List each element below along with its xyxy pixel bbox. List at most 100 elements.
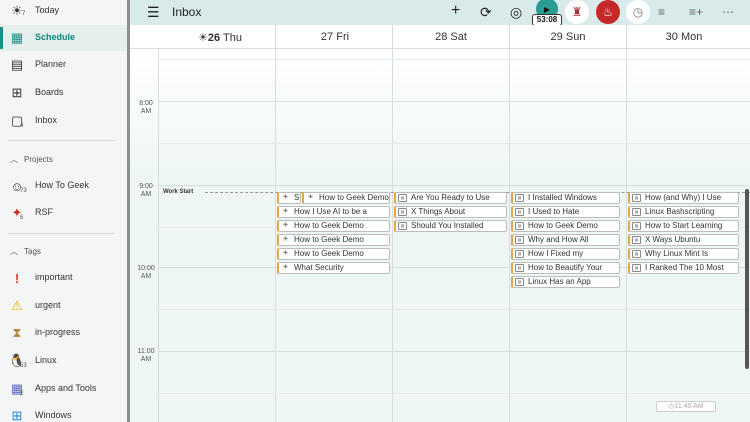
event-card[interactable]: ▤ How I Fixed my	[511, 248, 620, 260]
day-sat[interactable]: 28 Sat	[421, 31, 481, 43]
event-card[interactable]: ▤ How to Start Learning	[628, 220, 739, 232]
divider	[158, 49, 159, 422]
event-card[interactable]: ▤ How to Geek Demo	[511, 220, 620, 232]
event-card[interactable]: ▤ I Ranked The 10 Most	[628, 262, 739, 274]
sync-icon[interactable]: ⟳	[480, 4, 492, 20]
day-name: Mon	[680, 31, 703, 43]
sun-icon: ☀	[282, 222, 289, 229]
day-num: 30	[665, 31, 678, 43]
event-title: I Installed Windows	[528, 193, 597, 202]
project-label: How To Geek	[35, 180, 89, 190]
event-title: How to Geek Demo	[294, 235, 364, 244]
sidebar: ☀ 7 Today ▦ Schedule ▤ Planner ⊞ Boards …	[0, 0, 127, 422]
nav-planner[interactable]: ▤ Planner	[0, 52, 127, 78]
sun-icon: ☀	[198, 32, 208, 44]
tag-linux[interactable]: 🐧 53 Linux	[0, 348, 127, 374]
event-card[interactable]: ▤ X Ways Ubuntu	[628, 234, 739, 246]
schedule-grid[interactable]: 8:00 AM 9:00 AM 10:00 AM 11:00 AM Work Start…	[130, 49, 750, 422]
event-card[interactable]: ▤ Should You Installed	[394, 220, 507, 232]
tag-apps-and-tools[interactable]: ▦ 2 Apps and Tools	[0, 376, 127, 402]
event-card[interactable]: ☀ How to Geek Demo	[277, 220, 390, 232]
event-title: Linux Bashscripting	[645, 207, 715, 216]
projects-header-label: Projects	[24, 155, 53, 164]
document-icon: ▤	[632, 250, 641, 258]
event-title: How to Geek Demo	[319, 193, 389, 202]
page-title: Inbox	[172, 5, 202, 19]
grid-line	[158, 393, 750, 394]
nav-boards[interactable]: ⊞ Boards	[0, 80, 127, 106]
nav-today[interactable]: ☀ 7 Today	[0, 0, 127, 24]
divider	[626, 25, 627, 49]
event-card[interactable]: ▤ Are You Ready to Use	[394, 192, 507, 204]
event-card[interactable]: ▤ Linux Bashscripting	[628, 206, 739, 218]
event-title: I Used to Hate	[528, 207, 580, 216]
divider	[8, 233, 115, 234]
divider	[509, 49, 510, 422]
filter-icon[interactable]: ≡	[658, 4, 665, 20]
grid-scrollbar[interactable]	[745, 189, 749, 369]
sun-icon: ☀	[282, 208, 289, 215]
document-icon: ▤	[632, 194, 641, 202]
windows-icon: ⊞	[11, 408, 23, 422]
day-num: 29	[550, 31, 563, 43]
add-list-icon[interactable]: ≡+	[689, 4, 703, 20]
nav-inbox[interactable]: ▢ 4 Inbox	[0, 108, 127, 134]
menu-icon[interactable]: ☰	[147, 4, 160, 20]
event-title: How I Use AI to be a	[294, 207, 367, 216]
event-card[interactable]: ▤ Linux Has an App	[511, 276, 620, 288]
event-title: Why and How All	[528, 235, 589, 244]
add-icon[interactable]: +	[451, 3, 460, 19]
event-title: How (and Why) I Use	[645, 193, 722, 202]
project-rsf[interactable]: ✦ 6 RSF	[0, 200, 127, 226]
event-title: How to Geek Demo	[294, 249, 364, 258]
tag-urgent[interactable]: ⚠ urgent	[0, 293, 127, 319]
event-card[interactable]: ▤ How to Beautify Your	[511, 262, 620, 274]
day-thu[interactable]: ☀26 Thu	[190, 31, 250, 44]
document-icon: ▤	[515, 236, 524, 244]
divider	[392, 25, 393, 49]
event-card[interactable]: ▤ X Things About	[394, 206, 507, 218]
event-title: How to Geek Demo	[528, 221, 598, 230]
event-card[interactable]: ☀ How I Use AI to be a	[277, 206, 390, 218]
event-card[interactable]: ☀ How to Geek Demo	[302, 192, 390, 204]
clock-icon[interactable]: ◷	[626, 0, 650, 24]
divider	[275, 25, 276, 49]
day-num: 27	[320, 31, 334, 43]
event-card[interactable]: ☀ How to Geek Demo	[277, 248, 390, 260]
tag-important[interactable]: ! important	[0, 265, 127, 291]
document-icon: ▤	[398, 222, 407, 230]
projects-header[interactable]: ︿ Projects	[10, 154, 53, 165]
sun-icon: ☀	[282, 194, 289, 201]
event-card[interactable]: ☀ What Security	[277, 262, 390, 274]
document-icon: ▤	[515, 208, 524, 216]
hour: 8:00	[139, 100, 153, 107]
tags-header[interactable]: ︿ Tags	[10, 246, 41, 257]
tag-windows[interactable]: ⊞ Windows	[0, 403, 127, 422]
character-icon[interactable]: ♜	[565, 0, 589, 24]
hot-tub-icon[interactable]: ♨	[596, 0, 620, 24]
ampm: AM	[140, 273, 152, 280]
tags-header-label: Tags	[24, 247, 41, 256]
project-badge: 73	[20, 188, 27, 194]
nav-schedule[interactable]: ▦ Schedule	[0, 25, 127, 51]
project-how-to-geek[interactable]: ☺ 73 How To Geek	[0, 173, 127, 199]
day-fri[interactable]: 27 Fri	[305, 31, 365, 43]
event-card[interactable]: ▤ I Installed Windows	[511, 192, 620, 204]
day-mon[interactable]: 30 Mon	[654, 31, 714, 43]
event-card[interactable]: ☀ S(	[277, 192, 301, 204]
tag-label: important	[35, 272, 73, 282]
document-icon: ▤	[632, 208, 641, 216]
pomodoro-timer[interactable]: ▶ 53:08	[532, 0, 562, 28]
event-card[interactable]: ▤ I Used to Hate	[511, 206, 620, 218]
document-icon: ▤	[515, 264, 524, 272]
more-icon[interactable]: ⋯	[722, 4, 734, 20]
event-card[interactable]: ▤ Why Linux Mint Is	[628, 248, 739, 260]
grid-line	[158, 351, 750, 352]
tag-in-progress[interactable]: ⧗ in-progress	[0, 320, 127, 346]
day-sun[interactable]: 29 Sun	[538, 31, 598, 43]
focus-icon[interactable]: ◎	[510, 4, 522, 20]
nav-schedule-label: Schedule	[35, 32, 76, 42]
event-card[interactable]: ☀ How to Geek Demo	[277, 234, 390, 246]
event-card[interactable]: ▤ Why and How All	[511, 234, 620, 246]
event-card[interactable]: ▤ How (and Why) I Use	[628, 192, 739, 204]
